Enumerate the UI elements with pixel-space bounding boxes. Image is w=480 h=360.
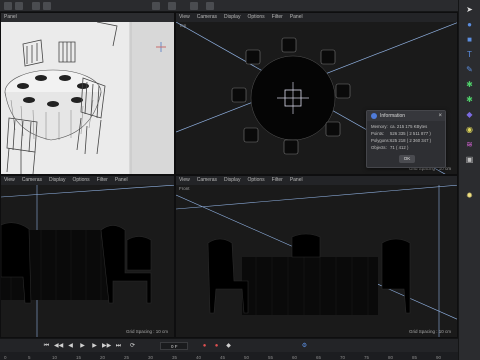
timeline-tick: 15	[76, 355, 82, 360]
viewport-front[interactable]: View Cameras Display Options Filter Pane…	[175, 175, 458, 338]
timeline-tick: 90	[436, 355, 442, 360]
sphere-icon[interactable]: ●	[463, 19, 476, 30]
rotate-tool-icon[interactable]	[43, 2, 51, 10]
timeline-tick: 45	[220, 355, 226, 360]
objects-row: Objects: 71 ( 412 )	[371, 145, 409, 150]
menu-view[interactable]: View	[179, 13, 190, 22]
menu-cameras[interactable]: Cameras	[22, 176, 42, 185]
timeline-tick: 25	[124, 355, 130, 360]
render-icon[interactable]	[152, 2, 160, 10]
menu-options[interactable]: Options	[72, 176, 89, 185]
cube-icon[interactable]	[190, 2, 198, 10]
scale-tool-icon[interactable]	[32, 2, 40, 10]
menu-display[interactable]: Display	[224, 13, 240, 22]
viewport-right[interactable]: View Cameras Display Options Filter Pane…	[0, 175, 175, 338]
menu-display[interactable]: Display	[224, 176, 240, 185]
menu-view[interactable]: View	[4, 176, 15, 185]
timeline-tick: 55	[268, 355, 274, 360]
right-scene	[1, 185, 174, 337]
timeline: ⏮ ◀◀ ◀ ▶ ▶ ▶▶ ⏭ ⟳ 0 F ● ● ◆ ⚙ 0 5 10 15 20 25…	[0, 338, 458, 360]
timeline-ruler[interactable]: 0 5 10 15 20 25 30 35 40 45 50 55 60 65 70 75 80 85 90	[0, 352, 458, 360]
timeline-tick: 10	[52, 355, 58, 360]
render-settings-icon[interactable]	[168, 2, 176, 10]
timeline-tick: 20	[100, 355, 106, 360]
timeline-tick: 0	[4, 355, 7, 360]
info-icon	[371, 113, 377, 119]
prev-key-icon[interactable]: ◀◀	[54, 342, 63, 351]
timeline-tick: 5	[28, 355, 31, 360]
menu-display[interactable]: Display	[49, 176, 65, 185]
right-toolbar: ➤ ● ■ T ✎ ✱ ✱ ◆ ◉ ≋ ▣ ✹	[458, 0, 480, 360]
front-scene	[176, 185, 457, 337]
dialog-title: Information	[367, 111, 445, 121]
timeline-tick: 60	[292, 355, 298, 360]
text-icon[interactable]: T	[463, 49, 476, 60]
viewport-menu: Panel	[1, 13, 174, 22]
menu-filter[interactable]: Filter	[272, 176, 283, 185]
viewport-menu: View Cameras Display Options Filter Pane…	[176, 13, 457, 22]
menu-panel[interactable]: Panel	[4, 13, 17, 22]
menu-panel[interactable]: Panel	[290, 13, 303, 22]
record-icon[interactable]: ●	[200, 342, 209, 351]
menu-panel[interactable]: Panel	[115, 176, 128, 185]
menu-filter[interactable]: Filter	[97, 176, 108, 185]
timeline-tick: 80	[388, 355, 394, 360]
hair-icon[interactable]: ≋	[463, 139, 476, 150]
timeline-tick: 75	[364, 355, 370, 360]
points-row: Points: 526 335 ( 2 511 877 )	[371, 131, 431, 136]
play-button[interactable]: ▶	[78, 342, 87, 351]
spline-icon[interactable]	[206, 2, 214, 10]
ok-button[interactable]: OK	[399, 155, 415, 163]
cube-icon[interactable]: ■	[463, 34, 476, 45]
close-icon[interactable]: ×	[438, 111, 442, 121]
menu-filter[interactable]: Filter	[272, 13, 283, 22]
autokey-icon[interactable]: ●	[212, 342, 221, 351]
memory-row: Memory: ca. 215 175 KBytes	[371, 124, 428, 129]
cloner-icon[interactable]: ✱	[463, 79, 476, 90]
deformer-icon[interactable]: ✱	[463, 94, 476, 105]
cursor-icon[interactable]: ➤	[463, 4, 476, 15]
menu-options[interactable]: Options	[247, 176, 264, 185]
select-tool-icon[interactable]	[4, 2, 12, 10]
scene-icon[interactable]: ▣	[463, 154, 476, 165]
timeline-tick: 35	[172, 355, 178, 360]
next-key-icon[interactable]: ▶▶	[102, 342, 111, 351]
menu-panel[interactable]: Panel	[290, 176, 303, 185]
go-end-icon[interactable]: ⏭	[114, 342, 123, 351]
polygons-row: Polygons:625 218 ( 2 360 347 )	[371, 138, 432, 143]
top-toolbar	[0, 0, 458, 12]
prev-frame-icon[interactable]: ◀	[66, 342, 75, 351]
viewport-perspective[interactable]: Panel	[0, 12, 175, 175]
move-tool-icon[interactable]	[15, 2, 23, 10]
keyframe-settings-icon[interactable]: ⚙	[300, 342, 309, 351]
viewport-menu: View Cameras Display Options Filter Pane…	[176, 176, 457, 185]
perspective-scene	[4, 22, 174, 174]
camera-icon[interactable]: ◆	[463, 109, 476, 120]
timeline-tick: 85	[412, 355, 418, 360]
information-dialog: Information × Memory: ca. 215 175 KBytes …	[366, 110, 446, 168]
timeline-tick: 65	[316, 355, 322, 360]
menu-view[interactable]: View	[179, 176, 190, 185]
timeline-tick: 70	[340, 355, 346, 360]
light-icon[interactable]: ✹	[463, 190, 476, 201]
timeline-tick: 40	[196, 355, 202, 360]
next-frame-icon[interactable]: ▶	[90, 342, 99, 351]
grid-spacing-label: Grid Spacing : 10 cm	[125, 329, 168, 334]
timeline-tick: 50	[244, 355, 250, 360]
material-icon[interactable]: ◉	[463, 124, 476, 135]
loop-icon[interactable]: ⟳	[128, 342, 137, 351]
go-start-icon[interactable]: ⏮	[42, 342, 51, 351]
current-frame-field[interactable]: 0 F	[160, 342, 188, 350]
menu-cameras[interactable]: Cameras	[197, 176, 217, 185]
timeline-tick: 30	[148, 355, 154, 360]
grid-spacing-label: Grid Spacing : 10 cm	[408, 329, 451, 334]
menu-cameras[interactable]: Cameras	[197, 13, 217, 22]
key-icon[interactable]: ◆	[224, 342, 233, 351]
menu-options[interactable]: Options	[247, 13, 264, 22]
spline-pen-icon[interactable]: ✎	[463, 64, 476, 75]
viewport-menu: View Cameras Display Options Filter Pane…	[1, 176, 174, 185]
